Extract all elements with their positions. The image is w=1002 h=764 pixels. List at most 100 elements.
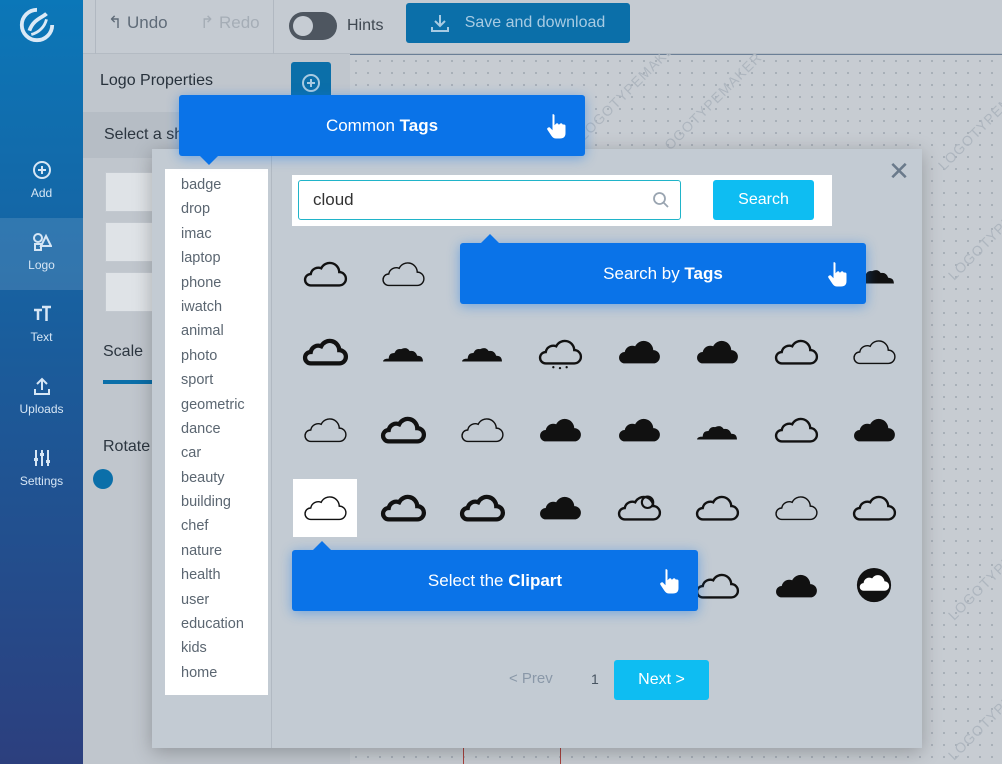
cloud-clipart-icon[interactable]: [607, 479, 671, 537]
tag-item[interactable]: dance: [165, 419, 268, 443]
cloud-clipart-icon[interactable]: [685, 401, 749, 459]
tag-item[interactable]: laptop: [165, 248, 268, 272]
cloud-clipart-icon[interactable]: [528, 479, 592, 537]
tag-item[interactable]: education: [165, 614, 268, 638]
tag-item[interactable]: car: [165, 443, 268, 467]
canvas-guide-line: [463, 748, 464, 764]
toolbar-divider: [273, 0, 274, 54]
redo-label: Redo: [218, 13, 260, 32]
current-page-number: 1: [591, 671, 599, 687]
cloud-clipart-icon[interactable]: [371, 323, 435, 381]
prev-page-button[interactable]: < Prev: [509, 670, 553, 687]
callout-text: Common Tags: [325, 115, 439, 135]
cloud-clipart-icon[interactable]: [293, 323, 357, 381]
cloud-clipart-icon[interactable]: [528, 401, 592, 459]
cloud-clipart-icon[interactable]: [607, 323, 671, 381]
shape-thumbnail[interactable]: [105, 222, 153, 262]
sidebar-item-text[interactable]: Text: [0, 290, 83, 362]
hand-pointer-icon: [546, 112, 567, 139]
toolbar-divider: [95, 0, 96, 54]
tag-item[interactable]: geometric: [165, 395, 268, 419]
sidebar-item-uploads[interactable]: Uploads: [0, 362, 83, 434]
select-clipart-callout: Select the Clipart: [292, 550, 698, 611]
sidebar-item-settings[interactable]: Settings: [0, 434, 83, 506]
tag-item[interactable]: iwatch: [165, 297, 268, 321]
panel-title: Logo Properties: [100, 72, 213, 89]
cloud-clipart-icon[interactable]: [685, 479, 749, 537]
shape-thumbnail[interactable]: [105, 272, 153, 312]
plus-circle-icon: [32, 161, 51, 179]
cloud-clipart-icon[interactable]: [371, 401, 435, 459]
cloud-clipart-icon[interactable]: [764, 557, 828, 615]
tag-item[interactable]: home: [165, 663, 268, 687]
cloud-clipart-icon[interactable]: [450, 401, 514, 459]
common-tags-callout: Common Tags: [179, 95, 585, 156]
sidebar-item-label: Logo: [28, 258, 55, 272]
tag-item[interactable]: sport: [165, 370, 268, 394]
undo-button[interactable]: ↰ Undo: [108, 13, 168, 33]
shape-thumbnail[interactable]: [105, 172, 153, 212]
upload-icon: [33, 377, 50, 395]
tag-item[interactable]: beauty: [165, 468, 268, 492]
hand-pointer-icon: [659, 567, 680, 594]
cloud-clipart-icon[interactable]: [293, 479, 357, 537]
sidebar-item-label: Add: [30, 186, 53, 200]
scale-slider[interactable]: [103, 380, 153, 384]
tag-item[interactable]: imac: [165, 224, 268, 248]
sidebar-item-add[interactable]: Add: [0, 146, 83, 218]
cloud-clipart-icon[interactable]: [293, 245, 357, 303]
app-sidebar: Add Logo Text Uploads Settings: [0, 0, 83, 764]
cloud-clipart-icon[interactable]: [842, 479, 906, 537]
tag-item[interactable]: badge: [165, 175, 268, 199]
app-logo-icon[interactable]: [18, 6, 56, 44]
close-icon[interactable]: ✕: [888, 158, 910, 184]
tag-item[interactable]: phone: [165, 273, 268, 297]
shapes-icon: [32, 233, 52, 251]
sidebar-item-logo[interactable]: Logo: [0, 218, 83, 290]
cloud-clipart-icon[interactable]: [764, 479, 828, 537]
search-icon[interactable]: [652, 191, 670, 209]
redo-button[interactable]: ↱ Redo: [200, 13, 260, 33]
tag-item[interactable]: drop: [165, 199, 268, 223]
hand-pointer-icon: [827, 260, 848, 287]
cloud-clipart-icon[interactable]: [371, 245, 435, 303]
tag-item[interactable]: building: [165, 492, 268, 516]
hints-label: Hints: [347, 17, 384, 34]
cloud-clipart-icon[interactable]: [685, 323, 749, 381]
tag-item[interactable]: chef: [165, 516, 268, 540]
cloud-clipart-icon[interactable]: [764, 323, 828, 381]
cloud-clipart-icon[interactable]: [842, 557, 906, 615]
search-input[interactable]: [298, 180, 681, 220]
plus-circle-icon: [302, 73, 320, 92]
cloud-clipart-icon[interactable]: [607, 401, 671, 459]
hints-toggle[interactable]: [289, 12, 337, 40]
search-button[interactable]: Search: [713, 180, 814, 220]
tag-item[interactable]: user: [165, 590, 268, 614]
cloud-clipart-icon[interactable]: [450, 323, 514, 381]
tag-item[interactable]: health: [165, 565, 268, 589]
sidebar-item-label: Uploads: [19, 402, 64, 416]
cloud-clipart-icon[interactable]: [371, 479, 435, 537]
redo-icon: ↱: [200, 13, 215, 32]
tag-item[interactable]: photo: [165, 346, 268, 370]
search-by-tags-callout: Search by Tags: [460, 243, 866, 304]
callout-pointer: [481, 234, 499, 243]
save-and-download-button[interactable]: Save and download: [406, 3, 630, 43]
text-icon: [33, 305, 51, 321]
modal-divider: [271, 149, 272, 748]
next-page-button[interactable]: Next >: [614, 660, 709, 700]
cloud-clipart-icon[interactable]: [842, 323, 906, 381]
sidebar-item-label: Settings: [19, 474, 64, 488]
rotate-slider-handle[interactable]: [93, 469, 113, 489]
save-and-download-label: Save and download: [464, 14, 606, 31]
tag-item[interactable]: nature: [165, 541, 268, 565]
tag-item[interactable]: animal: [165, 321, 268, 345]
cloud-clipart-icon[interactable]: [450, 479, 514, 537]
cloud-clipart-icon[interactable]: [293, 401, 357, 459]
cloud-clipart-icon[interactable]: [764, 401, 828, 459]
download-icon: [430, 15, 449, 32]
tag-item[interactable]: kids: [165, 638, 268, 662]
cloud-clipart-icon[interactable]: [528, 323, 592, 381]
scale-label: Scale: [103, 343, 144, 360]
cloud-clipart-icon[interactable]: [842, 401, 906, 459]
